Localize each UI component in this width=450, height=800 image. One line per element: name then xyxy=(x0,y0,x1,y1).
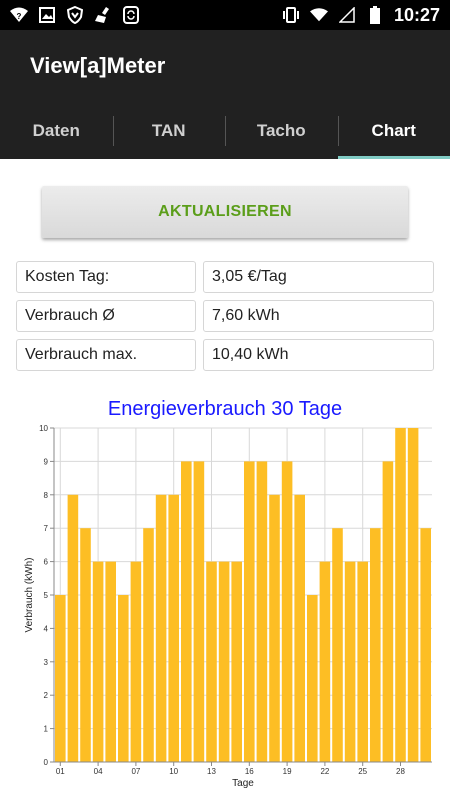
bar-day-18 xyxy=(269,494,280,762)
bar-day-03 xyxy=(80,528,91,762)
y-tick-label: 9 xyxy=(44,457,49,466)
status-clock: 10:27 xyxy=(393,4,440,25)
status-bar: ? 10:27 xyxy=(0,0,450,30)
bar-day-05 xyxy=(105,561,116,762)
x-axis-title: Tage xyxy=(232,778,254,789)
bar-day-09 xyxy=(155,494,167,762)
tab-chart[interactable]: Chart xyxy=(337,102,450,159)
bar-day-30 xyxy=(420,528,431,762)
max-consumption-label: Verbrauch max. xyxy=(16,339,196,371)
bar-day-11 xyxy=(181,461,192,762)
bar-day-14 xyxy=(218,561,230,762)
x-tick-label: 01 xyxy=(56,767,65,776)
cost-per-day-value: 3,05 €/Tag xyxy=(203,261,434,293)
bar-day-10 xyxy=(168,494,179,762)
bar-day-13 xyxy=(206,561,217,762)
max-consumption-value: 10,40 kWh xyxy=(203,339,434,371)
tab-bar: Daten TAN Tacho Chart xyxy=(0,102,450,159)
bar-day-29 xyxy=(407,428,419,762)
y-tick-label: 5 xyxy=(44,591,49,600)
tab-tacho[interactable]: Tacho xyxy=(225,102,338,159)
cost-per-day-label: Kosten Tag: xyxy=(16,261,196,293)
y-tick-label: 0 xyxy=(44,758,49,767)
y-tick-label: 4 xyxy=(44,624,49,633)
app-bar: View[a]Meter xyxy=(0,30,450,102)
wifi-icon xyxy=(309,6,328,24)
y-axis-title: Verbrauch (kWh) xyxy=(24,557,35,632)
bar-day-19 xyxy=(281,461,293,762)
x-tick-label: 25 xyxy=(358,767,367,776)
y-tick-label: 8 xyxy=(44,491,49,500)
bar-day-21 xyxy=(307,595,318,762)
x-tick-label: 22 xyxy=(320,767,329,776)
bar-day-28 xyxy=(395,428,406,762)
y-tick-label: 3 xyxy=(44,658,49,667)
image-icon xyxy=(38,6,56,24)
x-tick-label: 16 xyxy=(245,767,254,776)
svg-text:?: ? xyxy=(17,12,22,21)
bar-day-01 xyxy=(55,595,66,762)
bar-day-16 xyxy=(244,461,255,762)
bar-day-26 xyxy=(370,528,381,762)
bar-day-04 xyxy=(92,561,104,762)
x-tick-label: 13 xyxy=(207,767,216,776)
x-tick-label: 04 xyxy=(94,767,103,776)
bar-day-23 xyxy=(332,528,343,762)
x-tick-label: 07 xyxy=(131,767,140,776)
vibrate-icon xyxy=(282,6,300,24)
bar-day-07 xyxy=(130,561,142,762)
x-tick-label: 28 xyxy=(396,767,405,776)
broom-icon xyxy=(94,6,112,24)
x-tick-label: 19 xyxy=(283,767,292,776)
bar-day-25 xyxy=(357,561,368,762)
y-tick-label: 1 xyxy=(44,725,49,734)
y-tick-label: 10 xyxy=(39,424,48,433)
battery-icon xyxy=(366,6,384,24)
bar-day-15 xyxy=(231,561,242,762)
y-tick-label: 7 xyxy=(44,524,49,533)
y-tick-label: 2 xyxy=(44,691,49,700)
bar-day-08 xyxy=(143,528,154,762)
average-consumption-value: 7,60 kWh xyxy=(203,300,434,332)
signal-icon xyxy=(338,6,356,24)
tab-daten[interactable]: Daten xyxy=(0,102,113,159)
bar-day-06 xyxy=(118,595,129,762)
bar-day-02 xyxy=(67,494,79,762)
tab-tan[interactable]: TAN xyxy=(112,102,226,159)
bar-day-24 xyxy=(344,561,356,762)
average-consumption-label: Verbrauch Ø xyxy=(16,300,196,332)
refresh-button[interactable]: AKTUALISIEREN xyxy=(42,186,408,238)
x-tick-label: 10 xyxy=(169,767,178,776)
bar-day-27 xyxy=(382,461,394,762)
shield-icon xyxy=(66,6,84,24)
bar-day-12 xyxy=(193,461,205,762)
bar-day-20 xyxy=(294,494,305,762)
y-tick-label: 6 xyxy=(44,558,49,567)
bar-day-17 xyxy=(256,461,268,762)
app-title: View[a]Meter xyxy=(30,53,166,78)
chart-title: Energieverbrauch 30 Tage xyxy=(107,398,343,420)
sync-icon xyxy=(122,6,140,24)
bar-day-22 xyxy=(319,561,331,762)
wifi-question-icon: ? xyxy=(10,6,28,24)
